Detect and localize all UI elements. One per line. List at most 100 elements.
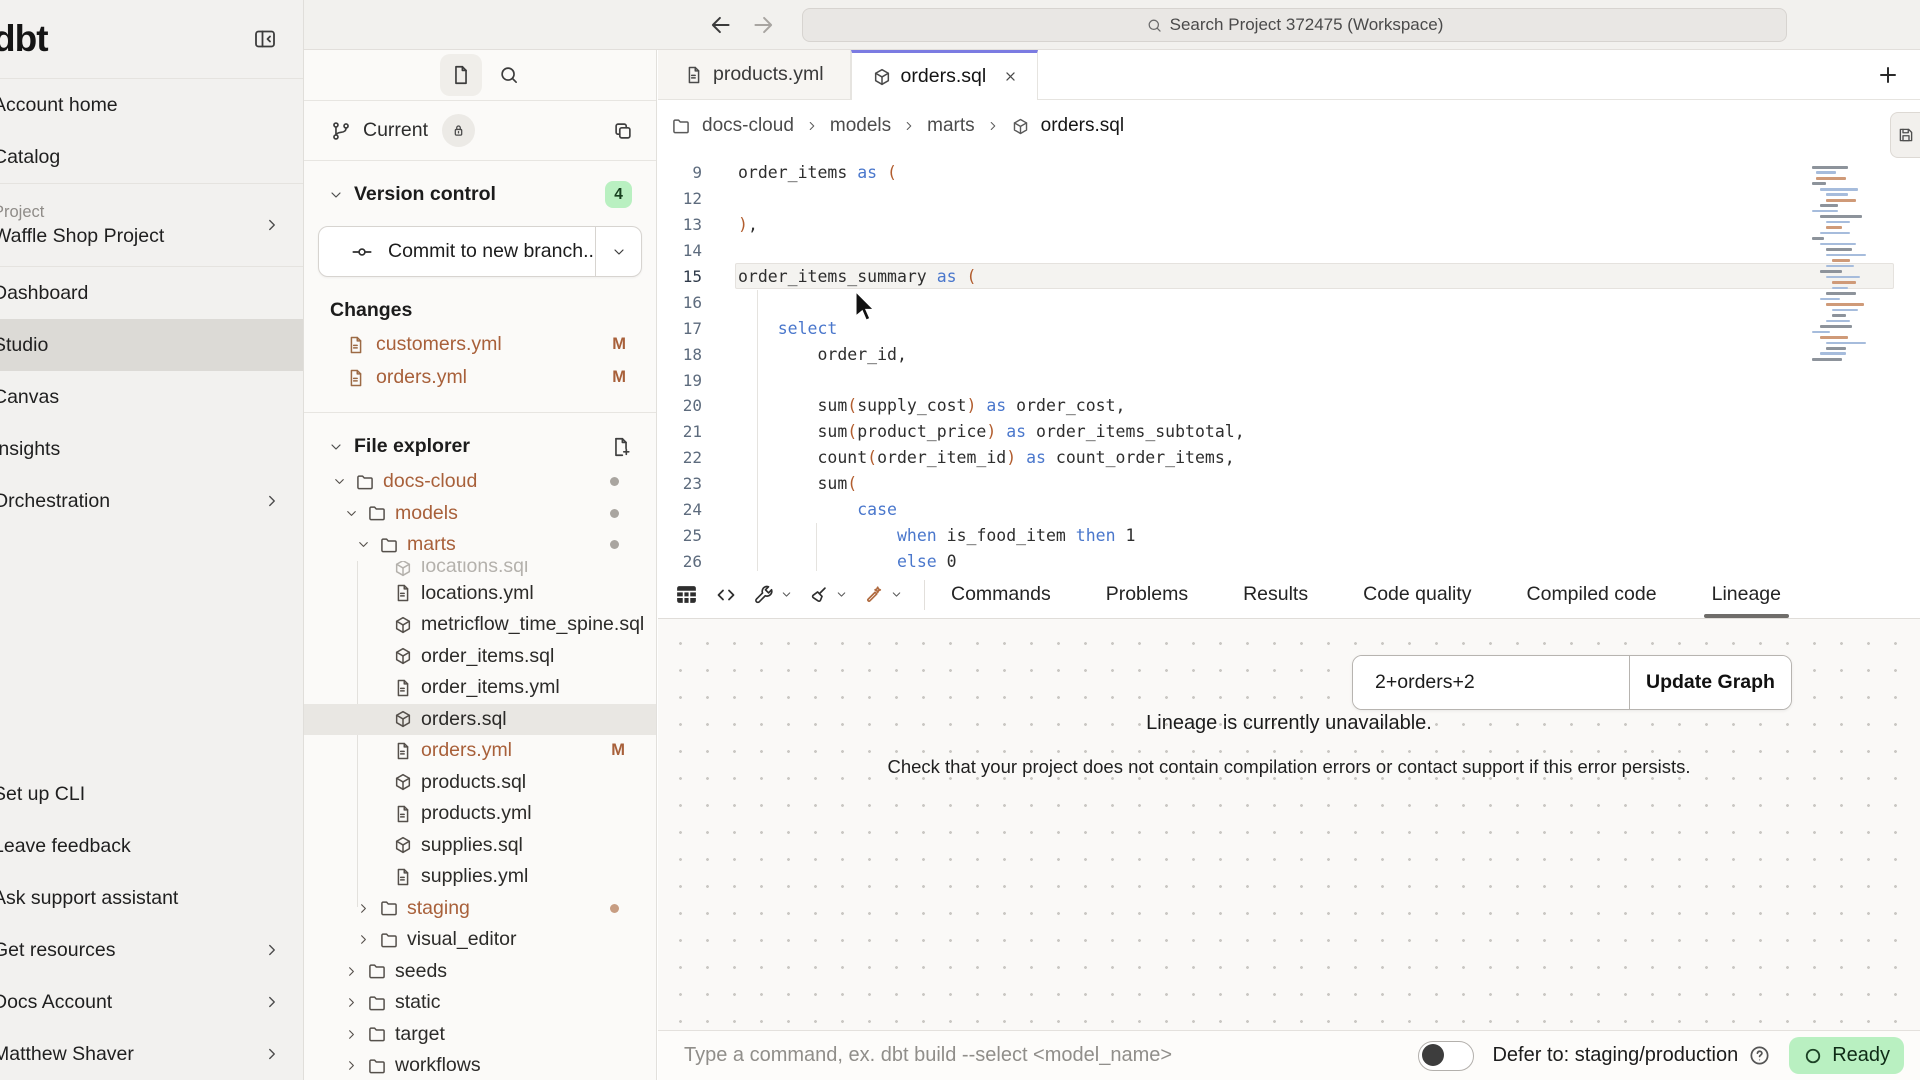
breadcrumb-item-orders-sql[interactable]: orders.sql <box>1041 115 1124 137</box>
forward-button[interactable] <box>750 12 776 38</box>
tree-item-locations-yml[interactable]: locations.yml <box>304 578 656 610</box>
panel-tab-results[interactable]: Results <box>1243 571 1308 618</box>
tree-item-supplies-sql[interactable]: supplies.sql <box>304 830 656 862</box>
ai-assist-button[interactable] <box>863 584 903 606</box>
panel-tab-commands[interactable]: Commands <box>951 571 1051 618</box>
sidebar-item-matthew-shaver[interactable]: Matthew Shaver <box>0 1028 303 1080</box>
tree-item-target[interactable]: target <box>304 1019 656 1051</box>
tree-item-models[interactable]: models <box>304 498 656 530</box>
panel-tab-code-quality[interactable]: Code quality <box>1363 571 1471 618</box>
new-tab-button[interactable] <box>1876 63 1900 87</box>
tree-item-workflows[interactable]: workflows <box>304 1050 656 1080</box>
sidebar-item-orchestration[interactable]: Orchestration <box>0 475 303 527</box>
tree-item-docs-cloud[interactable]: docs-cloud <box>304 466 656 498</box>
update-graph-button[interactable]: Update Graph <box>1629 656 1791 709</box>
tree-item-staging[interactable]: staging <box>304 893 656 925</box>
changes-label: Changes <box>304 277 656 328</box>
version-control-header[interactable]: Version control 4 <box>304 161 656 218</box>
tree-item-products-sql[interactable]: products.sql <box>304 767 656 799</box>
code-line-18: 18 order_id, <box>658 341 1920 367</box>
tree-item-locations-sql[interactable]: locations.sql <box>304 561 656 578</box>
copy-icon <box>612 120 634 142</box>
line-number: 9 <box>658 163 702 182</box>
commit-dropdown-button[interactable] <box>596 227 641 276</box>
sidebar-item-leave-feedback[interactable]: Leave feedback <box>0 820 303 872</box>
modified-badge: M <box>611 741 625 760</box>
copy-icon[interactable] <box>612 120 634 142</box>
code-editor[interactable]: 9order_items as (1213),1415order_items_s… <box>658 152 1920 571</box>
tree-item-supplies-yml[interactable]: supplies.yml <box>304 861 656 893</box>
chevron-right-icon <box>263 492 281 510</box>
panel-tab-lineage[interactable]: Lineage <box>1712 571 1781 618</box>
circle-icon <box>1803 1046 1823 1066</box>
file-name: visual_editor <box>407 928 516 951</box>
model-file-icon <box>393 835 413 855</box>
file-name: order_items.yml <box>421 676 560 699</box>
breadcrumb-item-docs-cloud[interactable]: docs-cloud <box>702 115 794 137</box>
status-ready-badge: Ready <box>1789 1037 1904 1074</box>
sidebar-item-insights[interactable]: Insights <box>0 423 303 475</box>
line-number: 16 <box>658 293 702 312</box>
panel-tab-problems[interactable]: Problems <box>1106 571 1188 618</box>
project-search-bar[interactable]: Search Project 372475 (Workspace) <box>802 8 1787 42</box>
editor-minimap[interactable] <box>1812 166 1904 363</box>
new-file-button[interactable] <box>440 54 482 96</box>
panel-tab-compiled-code[interactable]: Compiled code <box>1527 571 1657 618</box>
close-tab-button[interactable] <box>1002 68 1019 85</box>
code-line-26: 26 else 0 <box>658 548 1920 571</box>
preview-table-button[interactable] <box>674 582 699 607</box>
back-button[interactable] <box>708 12 734 38</box>
changed-file-customers-yml[interactable]: customers.ymlM <box>304 328 656 361</box>
chevron-down-icon <box>835 588 848 601</box>
code-icon <box>714 583 738 607</box>
create-file-icon[interactable] <box>610 436 632 458</box>
sidebar-item-account-home[interactable]: Account home <box>0 79 303 131</box>
defer-toggle[interactable] <box>1418 1041 1474 1071</box>
help-icon[interactable] <box>1748 1044 1771 1067</box>
changed-file-orders-yml[interactable]: orders.ymlM <box>304 361 656 394</box>
collapse-sidebar-icon[interactable] <box>253 27 277 51</box>
tree-item-orders-yml[interactable]: orders.ymlM <box>304 735 656 767</box>
tree-item-orders-sql[interactable]: orders.sql <box>304 704 656 736</box>
breadcrumb-item-marts[interactable]: marts <box>927 115 975 137</box>
tree-item-marts[interactable]: marts <box>304 529 656 561</box>
chevron-down-icon <box>835 588 848 601</box>
changes-dot-icon <box>610 509 619 518</box>
sidebar-project-switcher[interactable]: ProjectWaffle Shop Project <box>0 184 303 266</box>
file-search-button[interactable] <box>498 64 520 86</box>
sidebar-item-ask-support-assistant[interactable]: Ask support assistant <box>0 872 303 924</box>
commit-button[interactable]: Commit to new branch... <box>318 226 642 277</box>
tree-item-order-items-yml[interactable]: order_items.yml <box>304 672 656 704</box>
tree-item-seeds[interactable]: seeds <box>304 956 656 988</box>
tree-item-static[interactable]: static <box>304 987 656 1019</box>
dbt-logo: dbt <box>0 18 48 60</box>
sidebar-item-catalog[interactable]: Catalog <box>0 131 303 183</box>
command-input[interactable] <box>684 1044 1400 1067</box>
file-explorer-header[interactable]: File explorer <box>304 413 656 462</box>
sidebar-item-studio[interactable]: Studio <box>0 319 303 371</box>
sidebar-item-dashboard[interactable]: Dashboard <box>0 267 303 319</box>
branch-row[interactable]: Current <box>304 101 656 161</box>
tree-item-products-yml[interactable]: products.yml <box>304 798 656 830</box>
yaml-file-icon <box>393 804 413 824</box>
tree-item-visual-editor[interactable]: visual_editor <box>304 924 656 956</box>
tree-item-metricflow-time-spine-sql[interactable]: metricflow_time_spine.sql <box>304 609 656 641</box>
sidebar-item-docs-account[interactable]: Docs Account <box>0 976 303 1028</box>
lineage-selector-input[interactable] <box>1353 656 1629 709</box>
build-tools-button[interactable] <box>753 584 793 606</box>
status-label: Ready <box>1832 1044 1890 1067</box>
save-file-button[interactable] <box>1890 112 1920 158</box>
breadcrumb-item-models[interactable]: models <box>830 115 891 137</box>
line-number: 13 <box>658 215 702 234</box>
format-button[interactable] <box>808 584 848 606</box>
sidebar-item-canvas[interactable]: Canvas <box>0 371 303 423</box>
sidebar-item-set-up-cli[interactable]: Set up CLI <box>0 768 303 820</box>
editor-tab-products-yml[interactable]: products.yml <box>658 50 851 99</box>
tree-item-order-items-sql[interactable]: order_items.sql <box>304 641 656 673</box>
code-view-button[interactable] <box>714 583 738 607</box>
version-control-title: Version control <box>354 183 496 206</box>
editor-tab-orders-sql[interactable]: orders.sql <box>851 50 1039 100</box>
model-file-icon <box>1011 117 1030 136</box>
sidebar-item-get-resources[interactable]: Get resources <box>0 924 303 976</box>
file-name: locations.yml <box>421 582 534 605</box>
